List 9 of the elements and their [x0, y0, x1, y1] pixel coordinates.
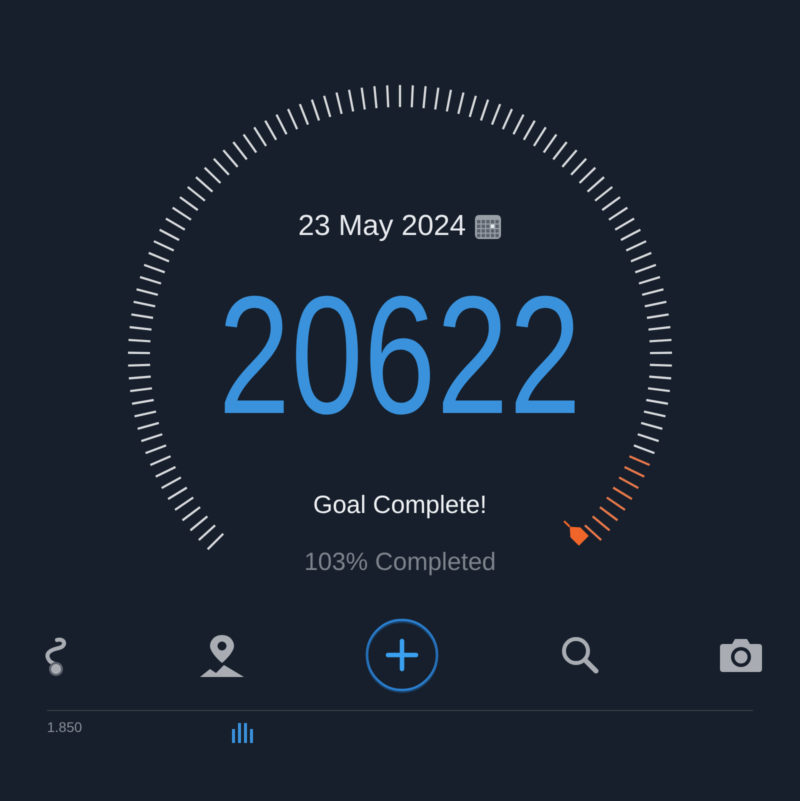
- add-button[interactable]: [364, 617, 440, 693]
- goal-status: Goal Complete!: [313, 490, 487, 520]
- step-count: 20622: [218, 270, 582, 438]
- progress-marker: [563, 520, 589, 546]
- axis-label: 1.850: [47, 718, 82, 737]
- calendar-icon[interactable]: [474, 214, 502, 240]
- camera-icon[interactable]: [719, 636, 763, 674]
- date-label: 23 May 2024: [298, 209, 466, 244]
- progress-percent: 103% Completed: [304, 547, 496, 578]
